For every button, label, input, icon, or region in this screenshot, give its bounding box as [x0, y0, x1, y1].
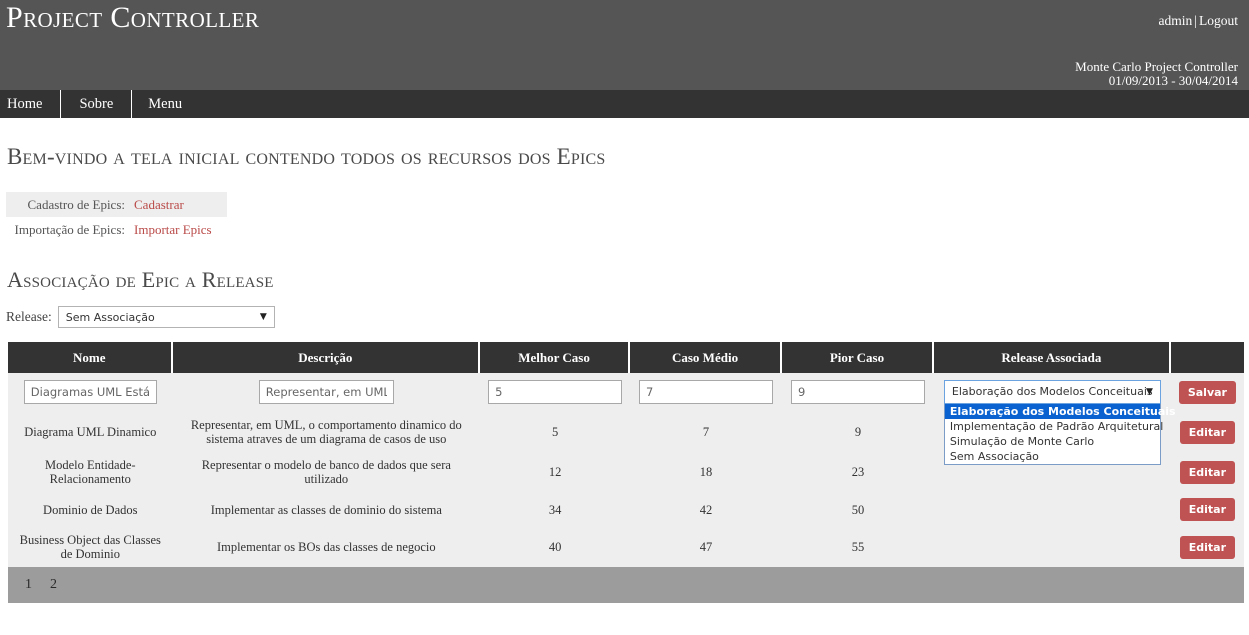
cell-action: Editar [1170, 412, 1244, 452]
column-header-descricao: Descrição [172, 342, 481, 373]
edit-button[interactable]: Editar [1179, 535, 1236, 559]
site-brand: Project Controller [6, 1, 260, 34]
site-header: Project Controller admin | Logout Monte Ca… [0, 0, 1249, 90]
column-header-caso-medio: Caso Médio [630, 342, 782, 373]
table-header-row: Nome Descrição Melhor Caso Caso Médio Pi… [8, 342, 1244, 373]
pagination: 1 2 [8, 567, 1244, 603]
column-header-release-associada: Release Associada [933, 342, 1171, 373]
cell-descricao: Representar, em UML, o comportamento din… [172, 412, 481, 452]
descricao-input[interactable] [258, 380, 394, 404]
edit-button[interactable]: Editar [1179, 498, 1236, 521]
cell-melhor-caso-input [480, 373, 631, 412]
column-header-melhor-caso: Melhor Caso [480, 342, 631, 373]
cell-descricao: Implementar os BOs das classes de negoci… [172, 527, 481, 567]
release-option-0[interactable]: Elaboração dos Modelos Conceituais [944, 404, 1176, 419]
cell-pior-caso-input [782, 373, 934, 412]
logout-link[interactable]: Logout [1199, 13, 1238, 28]
main-navigation: Home Sobre Menu [0, 90, 1249, 118]
section-title-associacao: Associação de Epic a Release [7, 267, 274, 292]
cell-release-select: Elaboração dos Modelos Conceituais ▼ Ela… [933, 373, 1176, 465]
melhor-caso-input[interactable] [488, 380, 623, 404]
cell-release [933, 492, 1171, 527]
cell-descricao: Implementar as classes de dominio do sis… [172, 492, 481, 527]
project-period: 01/09/2013 - 30/04/2014 [1108, 73, 1238, 88]
cell-caso-medio: 7 [630, 412, 782, 452]
chevron-down-icon: ▼ [259, 312, 267, 322]
cell-action: Editar [1170, 527, 1244, 567]
table-row: Business Object das Classes de Dominio I… [8, 527, 1244, 567]
nome-input[interactable] [23, 380, 157, 404]
release-dropdown-options: Elaboração dos Modelos Conceituais Imple… [943, 404, 1176, 465]
epic-actions: Cadastro de Epics: Cadastrar Importação … [6, 192, 1243, 242]
column-header-nome: Nome [8, 342, 173, 373]
edit-button[interactable]: Editar [1179, 460, 1236, 484]
epic-action-row-cadastro: Cadastro de Epics: Cadastrar [6, 192, 227, 217]
nav-item-sobre[interactable]: Sobre [61, 90, 133, 118]
cell-release [933, 527, 1171, 567]
cadastrar-link[interactable]: Cadastrar [134, 197, 184, 213]
cell-pior-caso: 23 [782, 452, 934, 492]
nav-item-menu[interactable]: Menu [132, 90, 196, 118]
cell-nome-input [8, 373, 173, 412]
cell-pior-caso: 55 [782, 527, 934, 567]
release-dropdown-value: Elaboração dos Modelos Conceituais [951, 385, 1153, 398]
table-header: Nome Descrição Melhor Caso Caso Médio Pi… [8, 342, 1244, 373]
pagination-page-2[interactable]: 2 [50, 577, 57, 593]
cell-descricao-input [172, 373, 481, 412]
cell-caso-medio: 47 [630, 527, 782, 567]
cell-melhor-caso: 34 [480, 492, 631, 527]
caso-medio-input[interactable] [639, 380, 774, 404]
chevron-down-icon: ▼ [1145, 387, 1153, 397]
page-content: Bem-vindo a tela inicial contendo todos … [0, 144, 1249, 603]
table-body: Elaboração dos Modelos Conceituais ▼ Ela… [8, 373, 1244, 567]
cell-melhor-caso: 12 [480, 452, 631, 492]
cell-nome: Modelo Entidade-Relacionamento [8, 452, 173, 492]
release-dropdown: Elaboração dos Modelos Conceituais ▼ Ela… [943, 380, 1176, 465]
cell-melhor-caso: 5 [480, 412, 631, 452]
release-option-3[interactable]: Sem Associação [945, 449, 1160, 464]
cell-caso-medio: 42 [630, 492, 782, 527]
column-header-pior-caso: Pior Caso [782, 342, 934, 373]
release-dropdown-display[interactable]: Elaboração dos Modelos Conceituais ▼ [943, 380, 1161, 404]
project-name: Monte Carlo Project Controller [1075, 59, 1238, 74]
nav-item-home[interactable]: Home [0, 90, 62, 118]
release-option-2[interactable]: Simulação de Monte Carlo [945, 434, 1160, 449]
pior-caso-input[interactable] [790, 380, 925, 404]
username-link[interactable]: admin [1159, 13, 1193, 28]
cell-action: Editar [1170, 452, 1244, 492]
table-row: Dominio de Dados Implementar as classes … [8, 492, 1244, 527]
pagination-page-1[interactable]: 1 [25, 577, 32, 593]
user-separator: | [1194, 13, 1197, 28]
release-filter-select[interactable]: Sem Associação ▼ [57, 306, 275, 328]
cell-pior-caso: 9 [782, 412, 934, 452]
user-session-box: admin | Logout [1159, 13, 1238, 29]
release-filter-value: Sem Associação [65, 310, 155, 324]
project-info: Monte Carlo Project Controller 01/09/201… [1075, 60, 1238, 88]
cell-pior-caso: 50 [782, 492, 934, 527]
epic-action-row-importacao: Importação de Epics: Importar Epics [6, 217, 227, 242]
cell-descricao: Representar o modelo de banco de dados q… [172, 452, 481, 492]
edit-button[interactable]: Editar [1179, 420, 1236, 444]
cell-nome: Diagrama UML Dinamico [8, 412, 173, 452]
cell-caso-medio-input [630, 373, 782, 412]
cell-nome: Business Object das Classes de Dominio [8, 527, 173, 567]
cell-caso-medio: 18 [630, 452, 782, 492]
epics-table: Nome Descrição Melhor Caso Caso Médio Pi… [8, 342, 1244, 567]
importar-epics-link[interactable]: Importar Epics [134, 222, 212, 238]
release-filter-label: Release: [6, 309, 52, 324]
table-row-editing: Elaboração dos Modelos Conceituais ▼ Ela… [8, 373, 1244, 465]
release-filter: Release: Sem Associação ▼ [6, 306, 1243, 328]
cell-nome: Dominio de Dados [8, 492, 173, 527]
release-option-1[interactable]: Implementação de Padrão Arquitetural [945, 419, 1163, 434]
importacao-label: Importação de Epics: [14, 221, 125, 237]
cell-melhor-caso: 40 [480, 527, 631, 567]
save-button[interactable]: Salvar [1178, 380, 1236, 404]
cell-action: Editar [1170, 492, 1244, 527]
column-header-actions [1170, 342, 1244, 373]
cadastro-label: Cadastro de Epics: [27, 196, 125, 212]
page-title: Bem-vindo a tela inicial contendo todos … [7, 144, 606, 169]
cell-save-action: Salvar [1170, 373, 1244, 412]
